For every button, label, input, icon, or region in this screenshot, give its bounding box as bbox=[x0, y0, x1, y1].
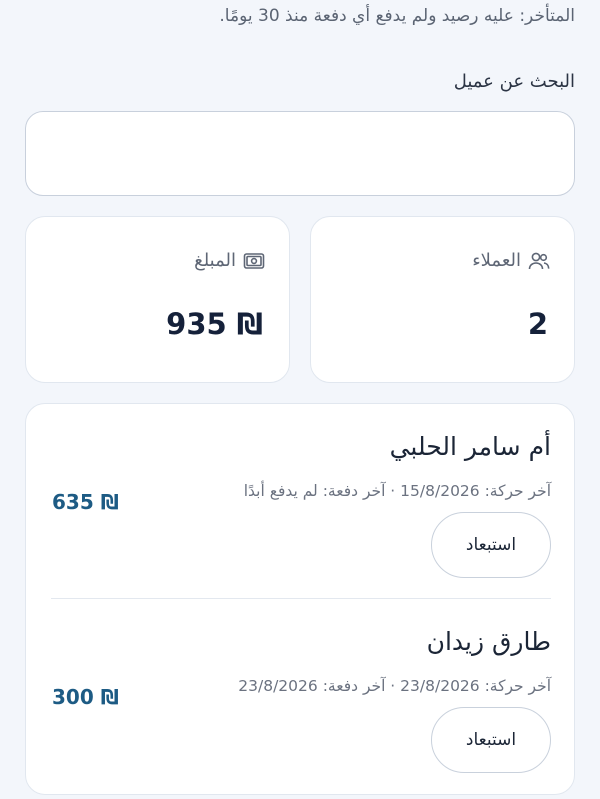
exclude-button[interactable]: استبعاد bbox=[431, 512, 551, 578]
customers-count-value: 2 bbox=[527, 307, 548, 341]
search-label: البحث عن عميل bbox=[453, 71, 575, 92]
customer-activity-meta: آخر حركة: 23/8/2026 · آخر دفعة: 23/8/202… bbox=[238, 677, 551, 695]
total-amount-value: 935 ₪ bbox=[166, 307, 263, 341]
customers-count-header: العملاء bbox=[472, 250, 550, 271]
banknote-icon bbox=[243, 252, 265, 270]
customer-row: طارق زيدان آخر حركة: 23/8/2026 · آخر دفع… bbox=[26, 599, 576, 794]
customer-balance: 635 ₪ bbox=[52, 490, 119, 514]
customer-name: أم سامر الحلبي bbox=[389, 432, 551, 461]
customer-balance: 300 ₪ bbox=[52, 685, 119, 709]
customer-search-input[interactable] bbox=[25, 111, 575, 196]
overdue-definition-note: المتأخر: عليه رصيد ولم يدفع أي دفعة منذ … bbox=[219, 6, 575, 26]
overdue-customers-list: أم سامر الحلبي آخر حركة: 15/8/2026 · آخر… bbox=[25, 403, 575, 795]
users-icon bbox=[528, 251, 550, 271]
exclude-button[interactable]: استبعاد bbox=[431, 707, 551, 773]
customer-row: أم سامر الحلبي آخر حركة: 15/8/2026 · آخر… bbox=[26, 404, 576, 599]
total-amount-header: المبلغ bbox=[194, 250, 265, 271]
total-amount-label: المبلغ bbox=[194, 250, 236, 271]
customers-count-label: العملاء bbox=[472, 250, 521, 271]
customers-count-card: العملاء 2 bbox=[310, 216, 575, 383]
customer-activity-meta: آخر حركة: 15/8/2026 · آخر دفعة: لم يدفع … bbox=[243, 482, 551, 500]
customer-name: طارق زيدان bbox=[426, 627, 551, 656]
total-amount-card: المبلغ 935 ₪ bbox=[25, 216, 290, 383]
overdue-customers-page: المتأخر: عليه رصيد ولم يدفع أي دفعة منذ … bbox=[0, 0, 600, 799]
